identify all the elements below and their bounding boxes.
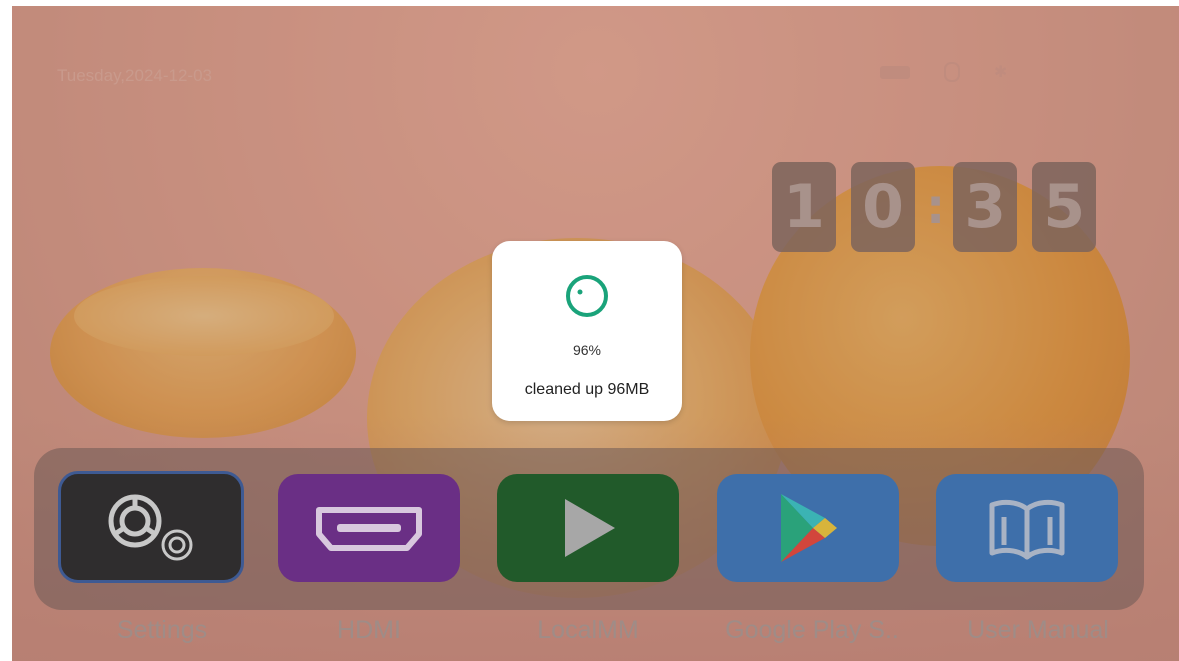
app-label-hdmi[interactable]: HDMI — [269, 616, 469, 645]
date-label: Tuesday,2024-12-03 — [57, 66, 212, 85]
mouse-icon — [944, 62, 960, 82]
play-icon — [565, 499, 615, 557]
clock-hour-ones: 0 — [851, 162, 915, 252]
app-tile-user-manual[interactable] — [936, 474, 1118, 582]
clock-minute-tens: 3 — [953, 162, 1018, 252]
app-label-google-play[interactable]: Google Play S.. — [712, 616, 912, 645]
google-play-icon — [781, 494, 837, 562]
app-label-user-manual[interactable]: User Manual — [938, 616, 1138, 645]
gear-icon — [108, 494, 193, 561]
clock-separator: : — [926, 179, 946, 235]
app-tile-google-play[interactable] — [717, 474, 899, 582]
clock-hour-tens: 1 — [772, 162, 836, 252]
cleanup-progress-icon — [566, 275, 608, 317]
app-label-settings[interactable]: Settings — [62, 616, 262, 645]
cleanup-percent: 96% — [572, 342, 602, 358]
app-tile-localmm[interactable] — [497, 474, 679, 582]
flip-clock: 1 0 : 3 5 — [772, 162, 1111, 252]
book-icon — [989, 499, 1065, 560]
app-tile-settings[interactable] — [58, 471, 244, 583]
app-tile-hdmi[interactable] — [278, 474, 460, 582]
bluetooth-icon: ✱ — [994, 64, 1008, 81]
memory-cleanup-toast: 96% cleaned up 96MB — [492, 241, 682, 421]
keyboard-icon — [880, 65, 910, 79]
clock-minute-ones: 5 — [1032, 162, 1097, 252]
hdmi-icon — [316, 507, 422, 551]
status-icons: ✱ — [880, 62, 1007, 82]
app-label-localmm[interactable]: LocalMM — [488, 616, 688, 645]
cleanup-message: cleaned up 96MB — [524, 381, 650, 398]
